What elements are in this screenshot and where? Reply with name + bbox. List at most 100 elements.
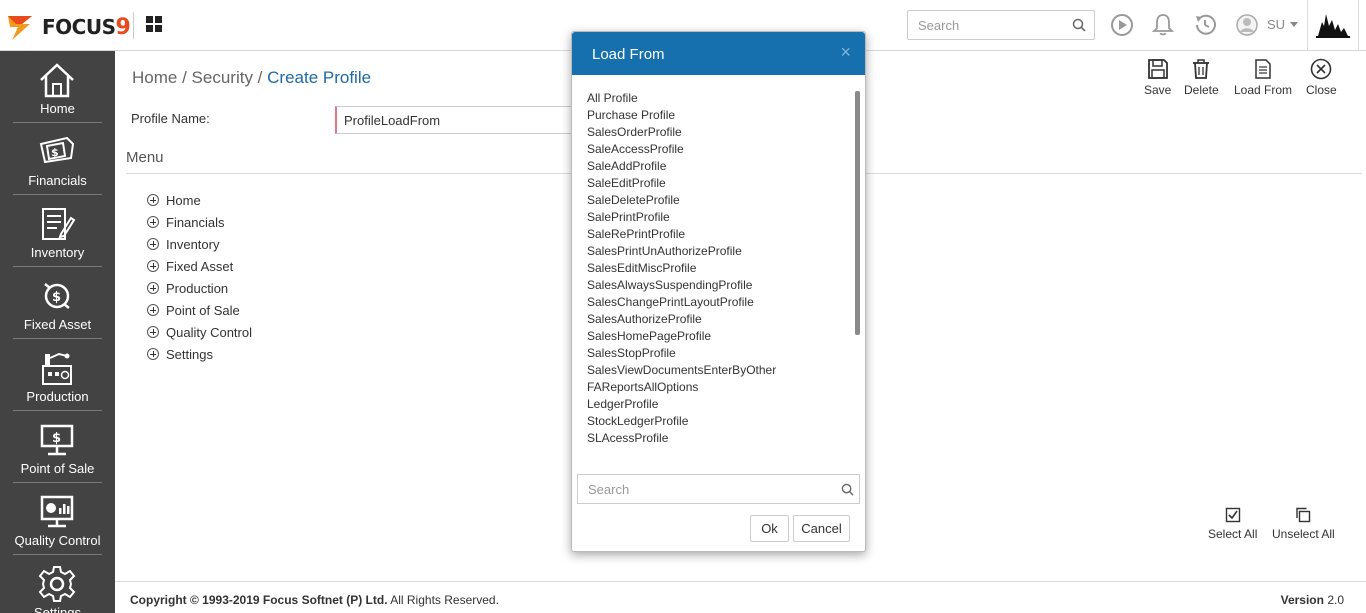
- tree-item-label: Home: [166, 192, 201, 208]
- save-label: Save: [1144, 83, 1172, 97]
- sidebar-item-label: Home: [40, 101, 75, 116]
- tree-item-label: Financials: [166, 214, 225, 230]
- unselect-all-button[interactable]: Unselect All: [1272, 507, 1335, 541]
- list-item[interactable]: SalePrintProfile: [587, 210, 847, 227]
- quality-control-icon: [40, 495, 74, 528]
- load-from-label: Load From: [1234, 83, 1293, 97]
- apps-grid-icon[interactable]: [146, 16, 162, 32]
- focus-logo-mark-icon: [8, 16, 32, 40]
- expand-plus-icon[interactable]: [147, 194, 159, 206]
- expand-plus-icon[interactable]: [147, 326, 159, 338]
- tree-item-home[interactable]: Home: [147, 189, 252, 211]
- sidebar-item-label: Inventory: [30, 245, 85, 260]
- tree-item-label: Fixed Asset: [166, 258, 234, 274]
- profile-list: All Profile Purchase Profile SalesOrderP…: [587, 91, 847, 448]
- notification-bell-icon[interactable]: [1151, 12, 1175, 38]
- close-label: Close: [1306, 83, 1337, 97]
- trash-icon: [1193, 59, 1210, 79]
- expand-plus-icon[interactable]: [147, 238, 159, 250]
- list-item[interactable]: SalesChangePrintLayoutProfile: [587, 295, 847, 312]
- sidebar-nav: Home $ Financials Inventory $ Fixed Asse…: [0, 51, 115, 613]
- tree-item-financials[interactable]: Financials: [147, 211, 252, 233]
- close-button[interactable]: Close: [1306, 58, 1337, 97]
- focus-logo[interactable]: FOCUS9: [6, 10, 131, 42]
- profile-name-label: Profile Name:: [131, 111, 210, 126]
- expand-plus-icon[interactable]: [147, 216, 159, 228]
- list-item[interactable]: SalesAuthorizeProfile: [587, 312, 847, 329]
- list-item[interactable]: SalesViewDocumentsEnterByOther: [587, 363, 847, 380]
- sidebar-item-label: Fixed Asset: [23, 317, 92, 332]
- delete-button[interactable]: Delete: [1184, 58, 1219, 97]
- profile-name-input[interactable]: [335, 106, 575, 134]
- svg-text:$: $: [52, 431, 61, 446]
- sidebar-item-label: Point of Sale: [20, 461, 95, 476]
- user-initials[interactable]: SU: [1267, 17, 1285, 32]
- expand-plus-icon[interactable]: [147, 304, 159, 316]
- select-all-button[interactable]: Select All: [1208, 507, 1257, 541]
- svg-text:$: $: [51, 146, 59, 159]
- list-item[interactable]: SalesHomePageProfile: [587, 329, 847, 346]
- sidebar-item-production[interactable]: Production: [0, 339, 115, 411]
- company-skyline-logo-icon: [1316, 14, 1350, 38]
- list-item[interactable]: SLAcessProfile: [587, 431, 847, 448]
- expand-plus-icon[interactable]: [147, 348, 159, 360]
- logo-text: FOCUS9: [42, 15, 131, 40]
- list-item[interactable]: SalesPrintUnAuthorizeProfile: [587, 244, 847, 261]
- list-scrollbar[interactable]: [855, 91, 860, 335]
- dialog-search-input[interactable]: [578, 475, 828, 503]
- list-item[interactable]: FAReportsAllOptions: [587, 380, 847, 397]
- sidebar-item-financials[interactable]: $ Financials: [0, 123, 115, 195]
- list-item[interactable]: SaleEditProfile: [587, 176, 847, 193]
- expand-plus-icon[interactable]: [147, 260, 159, 272]
- breadcrumb-home[interactable]: Home /: [132, 68, 187, 87]
- copyright-text: Copyright © 1993-2019 Focus Softnet (P) …: [130, 593, 499, 607]
- breadcrumb-security[interactable]: Security /: [192, 68, 263, 87]
- top-search-input[interactable]: [908, 11, 1068, 39]
- load-from-button[interactable]: Load From: [1234, 58, 1292, 97]
- save-icon: [1147, 59, 1168, 79]
- sidebar-item-point-of-sale[interactable]: $ Point of Sale: [0, 411, 115, 483]
- list-item[interactable]: SaleAccessProfile: [587, 142, 847, 159]
- copy-squares-icon: [1296, 507, 1311, 523]
- list-item[interactable]: SaleDeleteProfile: [587, 193, 847, 210]
- chevron-down-icon[interactable]: [1290, 22, 1298, 27]
- expand-plus-icon[interactable]: [147, 282, 159, 294]
- checkbox-checked-icon: [1225, 507, 1240, 523]
- search-icon[interactable]: [1072, 18, 1086, 32]
- cancel-button[interactable]: Cancel: [793, 515, 850, 542]
- unselect-all-label: Unselect All: [1272, 527, 1335, 541]
- list-item[interactable]: SaleRePrintProfile: [587, 227, 847, 244]
- list-item[interactable]: All Profile: [587, 91, 847, 108]
- dialog-title: Load From: [592, 46, 665, 63]
- list-item[interactable]: SalesAlwaysSuspendingProfile: [587, 278, 847, 295]
- tree-item-inventory[interactable]: Inventory: [147, 233, 252, 255]
- sidebar-item-home[interactable]: Home: [0, 51, 115, 123]
- list-item[interactable]: Purchase Profile: [587, 108, 847, 125]
- sidebar-item-quality-control[interactable]: Quality Control: [0, 483, 115, 555]
- list-item[interactable]: SalesStopProfile: [587, 346, 847, 363]
- tree-item-point-of-sale[interactable]: Point of Sale: [147, 299, 252, 321]
- dialog-close-icon[interactable]: ×: [840, 42, 851, 63]
- save-button[interactable]: Save: [1144, 58, 1171, 97]
- user-avatar-icon[interactable]: [1235, 12, 1259, 38]
- list-item[interactable]: SalesEditMiscProfile: [587, 261, 847, 278]
- list-item[interactable]: StockLedgerProfile: [587, 414, 847, 431]
- play-icon[interactable]: [1110, 12, 1134, 38]
- sidebar-item-settings[interactable]: Settings: [0, 555, 115, 613]
- ok-button[interactable]: Ok: [750, 515, 789, 542]
- fixed-asset-icon: $: [44, 283, 70, 309]
- search-icon[interactable]: [841, 483, 854, 496]
- tree-item-quality-control[interactable]: Quality Control: [147, 321, 252, 343]
- tree-item-fixed-asset[interactable]: Fixed Asset: [147, 255, 252, 277]
- close-icon: [1311, 58, 1332, 80]
- list-item[interactable]: SaleAddProfile: [587, 159, 847, 176]
- tree-item-settings[interactable]: Settings: [147, 343, 252, 365]
- tree-item-production[interactable]: Production: [147, 277, 252, 299]
- home-icon: [40, 63, 74, 98]
- list-item[interactable]: SalesOrderProfile: [587, 125, 847, 142]
- list-item[interactable]: LedgerProfile: [587, 397, 847, 414]
- sidebar-item-inventory[interactable]: Inventory: [0, 195, 115, 267]
- sidebar-item-fixed-asset[interactable]: $ Fixed Asset: [0, 267, 115, 339]
- history-icon[interactable]: [1193, 12, 1217, 38]
- svg-text:$: $: [52, 290, 61, 305]
